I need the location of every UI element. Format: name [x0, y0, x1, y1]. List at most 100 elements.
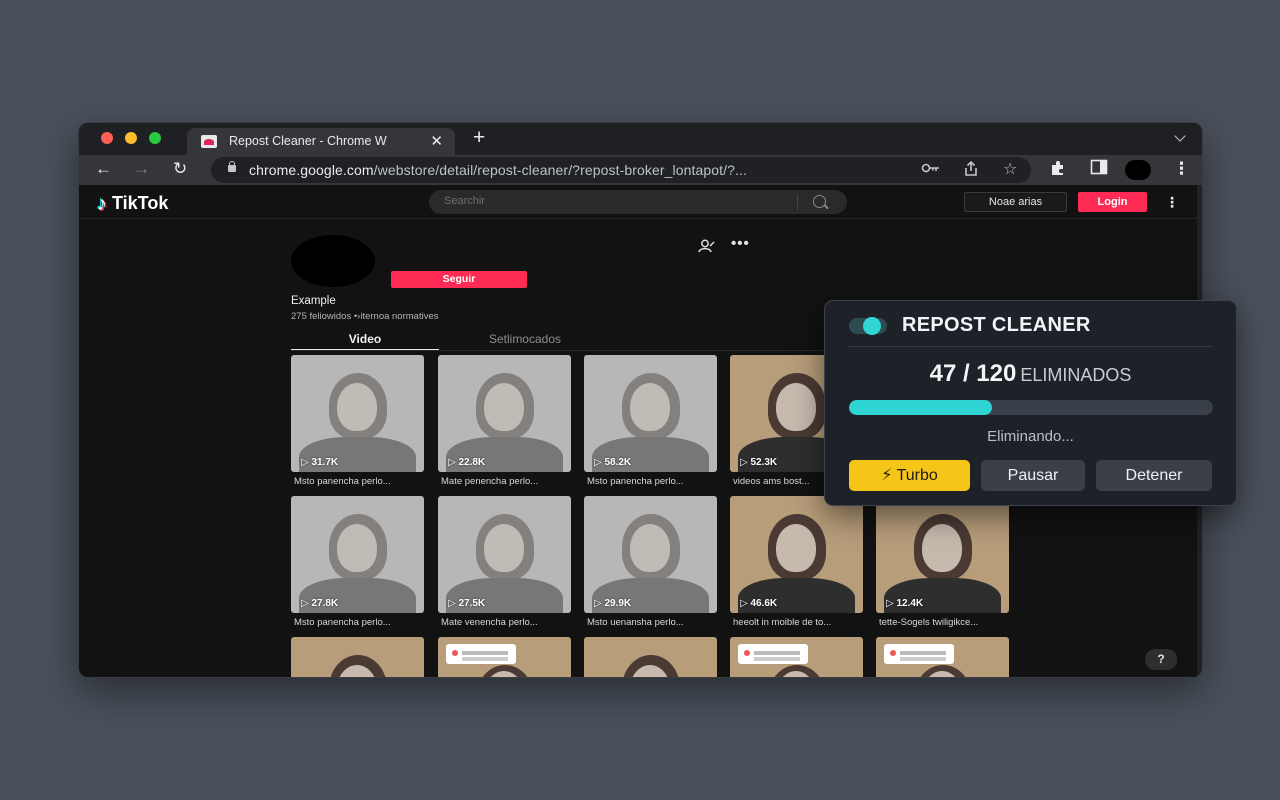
video-caption[interactable]: tette-Sogels twiligikce... — [879, 617, 1012, 628]
search-placeholder: Searchir — [444, 195, 485, 207]
profile-stats: 275 feliowidos •›iternoa normatives — [291, 311, 439, 322]
enable-toggle[interactable] — [849, 317, 887, 335]
view-count: ▷ 12.4K — [886, 598, 924, 609]
video-caption[interactable]: Msto panencha perlo... — [294, 476, 427, 487]
toggle-knob — [863, 317, 881, 335]
comment-bubble — [446, 644, 516, 664]
more-options-icon[interactable]: ⋮ — [1165, 193, 1179, 211]
forward-icon[interactable]: → — [133, 158, 150, 180]
status-text: Eliminando... — [987, 428, 1074, 445]
search-input[interactable]: Searchir — [429, 190, 847, 214]
view-count: ▷ 27.5K — [448, 598, 486, 609]
video-thumbnail[interactable]: ▷ 29.9K — [584, 496, 717, 613]
video-thumbnail[interactable]: ▷ 58.2K — [584, 355, 717, 472]
pause-button[interactable]: Pausar — [981, 460, 1085, 491]
video-caption[interactable]: heeolt in moible de to... — [733, 617, 866, 628]
thumbnail-overlay — [584, 355, 717, 472]
video-thumbnail[interactable] — [438, 637, 571, 677]
video-thumbnail[interactable]: ▷ 31.7K — [291, 355, 424, 472]
view-count: ▷ 31.7K — [301, 457, 339, 468]
reload-icon[interactable]: ↻ — [173, 158, 187, 180]
browser-toolbar: ← → ↻ chrome.google.com/webstore/detail/… — [79, 155, 1202, 185]
video-thumbnail[interactable]: ▷ 27.5K — [438, 496, 571, 613]
thumbnail-overlay — [438, 496, 571, 613]
video-thumbnail[interactable]: ▷ 22.8K — [438, 355, 571, 472]
address-bar[interactable]: chrome.google.com/webstore/detail/repost… — [211, 157, 1031, 183]
thumbnail-overlay — [584, 496, 717, 613]
profile-more-icon[interactable]: ••• — [731, 235, 750, 252]
menu-icon[interactable]: ⋮ — [1173, 158, 1190, 180]
browser-tab-active[interactable]: Repost Cleaner - Chrome W ✕ — [187, 128, 455, 155]
video-caption[interactable]: Mate venencha perlo... — [441, 617, 574, 628]
new-tab-button[interactable]: + — [473, 126, 485, 150]
minimize-window-button[interactable] — [125, 132, 137, 144]
help-button[interactable]: ? — [1145, 649, 1177, 670]
video-caption[interactable]: Msto panencha perlo... — [587, 476, 720, 487]
star-icon[interactable]: ☆ — [1003, 159, 1017, 179]
lock-icon[interactable] — [228, 161, 236, 172]
tab-liked[interactable]: Setlimocados — [451, 332, 599, 346]
favicon-icon — [201, 135, 217, 148]
view-count: ▷ 46.6K — [740, 598, 778, 609]
thumbnail-face — [776, 524, 816, 572]
key-icon[interactable] — [921, 161, 941, 178]
video-thumbnail[interactable] — [730, 637, 863, 677]
tab-title: Repost Cleaner - Chrome W — [229, 134, 387, 148]
tab-search-chevron-icon[interactable] — [1174, 130, 1186, 142]
login-button[interactable]: Login — [1078, 192, 1147, 212]
back-icon[interactable]: ← — [95, 158, 112, 180]
turbo-button[interactable]: ⚡ Turbo — [849, 460, 970, 491]
url-text: chrome.google.com/webstore/detail/repost… — [249, 162, 747, 178]
view-count: ▷ 52.3K — [740, 457, 778, 468]
video-thumbnail[interactable] — [584, 637, 717, 677]
extensions-icon[interactable] — [1049, 159, 1067, 183]
view-count: ▷ 27.8K — [301, 598, 339, 609]
thumbnail-overlay — [291, 355, 424, 472]
tiktok-note-icon: ♪ — [97, 192, 107, 215]
thumbnail-face — [776, 383, 816, 431]
view-count: ▷ 29.9K — [594, 598, 632, 609]
video-caption[interactable]: Msto uenansha perlo... — [587, 617, 720, 628]
video-thumbnail[interactable] — [291, 637, 424, 677]
video-caption[interactable]: Mate penencha perlo... — [441, 476, 574, 487]
video-thumbnail[interactable]: ▷ 27.8K — [291, 496, 424, 613]
tiktok-logo[interactable]: ♪ TikTok — [97, 193, 168, 214]
thumbnail-face — [922, 524, 962, 572]
close-window-button[interactable] — [101, 132, 113, 144]
video-caption[interactable]: Msto panencha perlo... — [294, 617, 427, 628]
thumbnail-overlay — [438, 355, 571, 472]
follow-button[interactable]: Seguir — [391, 271, 527, 288]
search-divider — [797, 194, 798, 210]
share-profile-icon[interactable] — [697, 239, 715, 253]
tabs-divider — [291, 350, 881, 351]
counter-label: ELIMINADOS — [1020, 365, 1132, 385]
popup-divider — [849, 346, 1213, 347]
profile-avatar-large — [291, 235, 375, 287]
removed-counter: 47 / 120 ELIMINADOS — [825, 360, 1236, 388]
tiktok-wordmark: TikTok — [112, 193, 169, 213]
stop-button[interactable]: Detener — [1096, 460, 1212, 491]
share-icon[interactable] — [963, 160, 979, 181]
video-thumbnail[interactable]: ▷ 12.4K — [876, 496, 1009, 613]
profile-avatar[interactable] — [1125, 160, 1151, 180]
comment-bubble — [738, 644, 808, 664]
counter-value: 47 / 120 — [929, 360, 1017, 387]
turbo-label: Turbo — [896, 467, 938, 484]
tab-strip: Repost Cleaner - Chrome W ✕ + — [79, 123, 1202, 155]
sidepanel-icon[interactable] — [1090, 159, 1108, 181]
view-count: ▷ 58.2K — [594, 457, 632, 468]
tab-videos[interactable]: Video — [291, 332, 439, 346]
search-icon[interactable] — [813, 195, 826, 208]
upload-button[interactable]: Noae arias — [964, 192, 1067, 212]
maximize-window-button[interactable] — [149, 132, 161, 144]
view-count: ▷ 22.8K — [448, 457, 486, 468]
repost-cleaner-popup: REPOST CLEANER 47 / 120 ELIMINADOS Elimin… — [824, 300, 1237, 506]
video-thumbnail[interactable] — [876, 637, 1009, 677]
tiktok-header: ♪ TikTok Searchir Noae arias Login ⋮ — [79, 185, 1197, 219]
extension-title: REPOST CLEANER — [902, 314, 1091, 336]
progress-bar — [849, 400, 1213, 415]
video-thumbnail[interactable]: ▷ 46.6K — [730, 496, 863, 613]
tab-close-icon[interactable]: ✕ — [430, 132, 443, 150]
profile-name: Example — [291, 295, 336, 307]
progress-bar-fill — [849, 400, 992, 415]
